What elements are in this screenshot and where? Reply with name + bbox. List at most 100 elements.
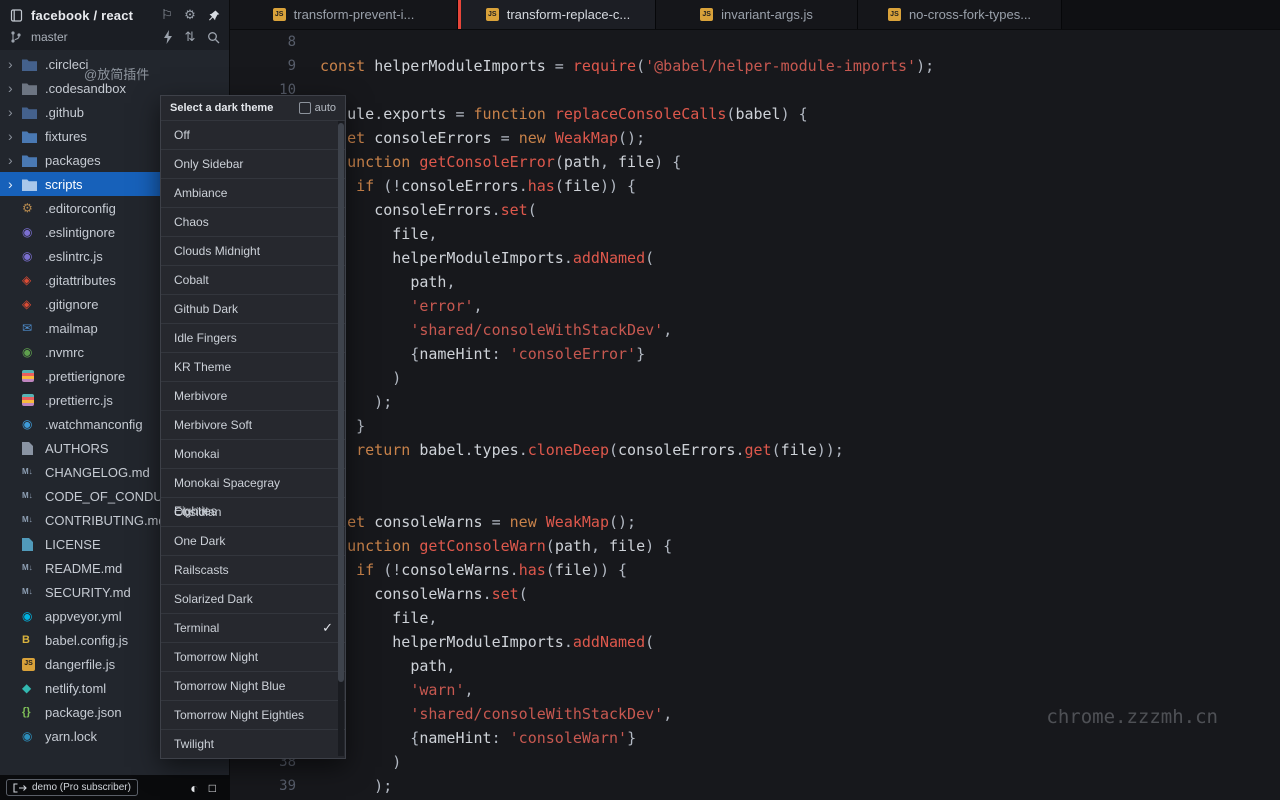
theme-menu-item[interactable]: Monokai Spacegray Eighties <box>161 468 345 497</box>
theme-menu-item[interactable]: Clouds Midnight <box>161 236 345 265</box>
fullscreen-icon[interactable]: □ <box>209 781 216 795</box>
theme-menu-item[interactable]: KR Theme <box>161 352 345 381</box>
editor-tab[interactable]: JSinvariant-args.js <box>656 0 858 29</box>
code-text: consoleErrors.set( <box>320 198 537 222</box>
code-line[interactable]: 38 ) <box>230 750 1280 774</box>
theme-menu-item-label: Off <box>174 128 190 142</box>
pin-icon[interactable] <box>205 7 221 23</box>
code-line[interactable]: 32 file, <box>230 606 1280 630</box>
theme-menu-item-label: Only Sidebar <box>174 157 243 171</box>
theme-menu-item[interactable]: Chaos <box>161 207 345 236</box>
folder-icon <box>22 58 42 71</box>
theme-menu-item[interactable]: Ambiance <box>161 178 345 207</box>
gear-icon[interactable]: ⚙ <box>182 7 198 23</box>
theme-menu-item[interactable]: Monokai <box>161 439 345 468</box>
tree-item-label: .github <box>45 105 84 120</box>
code-line[interactable]: 33 helperModuleImports.addNamed( <box>230 630 1280 654</box>
code-line[interactable]: 8 <box>230 30 1280 54</box>
tree-item-label: .watchmanconfig <box>45 417 143 432</box>
code-line[interactable]: 26 } <box>230 462 1280 486</box>
theme-menu-item[interactable]: Only Sidebar <box>161 149 345 178</box>
code-text: module.exports = function replaceConsole… <box>320 102 808 126</box>
contrast-toggle-icon[interactable]: ◐ <box>190 780 198 796</box>
code-text: if (!consoleErrors.has(file)) { <box>320 174 636 198</box>
code-line[interactable]: 25 return babel.types.cloneDeep(consoleE… <box>230 438 1280 462</box>
theme-menu-scrollbar-thumb[interactable] <box>338 123 344 682</box>
theme-menu-item-label: Merbivore <box>174 389 227 403</box>
theme-menu-item[interactable]: Railscasts <box>161 555 345 584</box>
chevron-right-icon[interactable]: › <box>8 105 22 119</box>
code-line[interactable]: 20 'shared/consoleWithStackDev', <box>230 318 1280 342</box>
tree-item-label: packages <box>45 153 101 168</box>
code-line[interactable]: 24 } <box>230 414 1280 438</box>
code-text: function getConsoleWarn(path, file) { <box>320 534 672 558</box>
theme-menu-item-label: Twilight <box>174 737 214 751</box>
code-line[interactable]: 31 consoleWarns.set( <box>230 582 1280 606</box>
theme-menu-item[interactable]: Github Dark <box>161 294 345 323</box>
code-line[interactable]: 9const helperModuleImports = require('@b… <box>230 54 1280 78</box>
code-line[interactable]: 28 let consoleWarns = new WeakMap(); <box>230 510 1280 534</box>
code-line[interactable]: 34 path, <box>230 654 1280 678</box>
code-line[interactable]: 21 {nameHint: 'consoleError'} <box>230 342 1280 366</box>
editor-tab[interactable]: JStransform-prevent-i... <box>230 0 458 29</box>
code-line[interactable]: 18 path, <box>230 270 1280 294</box>
chevron-right-icon[interactable]: › <box>8 177 22 191</box>
lightning-icon[interactable] <box>159 29 175 45</box>
chevron-right-icon[interactable]: › <box>8 57 22 71</box>
theme-menu-item[interactable]: Terminal✓ <box>161 613 345 642</box>
code-editor[interactable]: 89const helperModuleImports = require('@… <box>230 30 1280 800</box>
js-file-icon: JS <box>888 8 901 21</box>
code-line[interactable]: 22 ) <box>230 366 1280 390</box>
code-line[interactable]: 35 'warn', <box>230 678 1280 702</box>
demo-badge[interactable]: demo (Pro subscriber) <box>6 779 138 796</box>
code-line[interactable]: 15 consoleErrors.set( <box>230 198 1280 222</box>
js-file-icon: JS <box>700 8 713 21</box>
code-line[interactable]: 39 ); <box>230 774 1280 798</box>
code-line[interactable]: 27 <box>230 486 1280 510</box>
code-line[interactable]: 37 {nameHint: 'consoleWarn'} <box>230 726 1280 750</box>
branch-name[interactable]: master <box>31 30 68 44</box>
code-line[interactable]: 14 if (!consoleErrors.has(file)) { <box>230 174 1280 198</box>
code-line[interactable]: 19 'error', <box>230 294 1280 318</box>
theme-menu-item[interactable]: Merbivore Soft <box>161 410 345 439</box>
chevron-right-icon[interactable]: › <box>8 153 22 167</box>
editorconfig-icon: ⚙ <box>22 202 42 214</box>
tree-item-label: .codesandbox <box>45 81 126 96</box>
theme-menu-item[interactable]: Tomorrow Night Blue <box>161 671 345 700</box>
chevron-right-icon[interactable]: › <box>8 129 22 143</box>
editor-tab[interactable]: JSno-cross-fork-types... <box>858 0 1062 29</box>
code-line[interactable]: 17 helperModuleImports.addNamed( <box>230 246 1280 270</box>
code-text: consoleWarns.set( <box>320 582 528 606</box>
npm-icon: {} <box>22 706 42 718</box>
code-line[interactable]: 13 function getConsoleError(path, file) … <box>230 150 1280 174</box>
theme-menu-item[interactable]: Off <box>161 120 345 149</box>
code-line[interactable]: 23 ); <box>230 390 1280 414</box>
code-line[interactable]: 29 function getConsoleWarn(path, file) { <box>230 534 1280 558</box>
code-line[interactable]: 12 let consoleErrors = new WeakMap(); <box>230 126 1280 150</box>
search-icon[interactable] <box>205 29 221 45</box>
theme-menu-item[interactable]: Tomorrow Night <box>161 642 345 671</box>
code-text: {nameHint: 'consoleWarn'} <box>320 726 636 750</box>
code-line[interactable]: 16 file, <box>230 222 1280 246</box>
theme-menu-item[interactable]: Tomorrow Night Eighties <box>161 700 345 729</box>
code-line[interactable]: 30 if (!consoleWarns.has(file)) { <box>230 558 1280 582</box>
tree-item-label: .prettierignore <box>45 369 125 384</box>
code-line[interactable]: 36 'shared/consoleWithStackDev', <box>230 702 1280 726</box>
code-line[interactable]: 11module.exports = function replaceConso… <box>230 102 1280 126</box>
auto-checkbox[interactable] <box>299 102 311 114</box>
code-text: let consoleWarns = new WeakMap(); <box>320 510 636 534</box>
theme-menu-item[interactable]: One Dark <box>161 526 345 555</box>
editor-tab[interactable]: JStransform-replace-c... <box>458 0 656 29</box>
theme-menu-item[interactable]: Obsidian <box>161 497 345 526</box>
line-number: 9 <box>230 54 296 78</box>
tree-item[interactable]: ›.circleci <box>0 52 229 76</box>
theme-menu-item[interactable]: Solarized Dark <box>161 584 345 613</box>
theme-menu-item[interactable]: Merbivore <box>161 381 345 410</box>
bookmark-icon[interactable]: ⚐ <box>159 7 175 23</box>
theme-menu-item[interactable]: Twilight <box>161 729 345 758</box>
sync-arrows-icon[interactable]: ⇅ <box>182 29 198 45</box>
theme-menu-item[interactable]: Cobalt <box>161 265 345 294</box>
code-line[interactable]: 10 <box>230 78 1280 102</box>
chevron-right-icon[interactable]: › <box>8 81 22 95</box>
theme-menu-item[interactable]: Idle Fingers <box>161 323 345 352</box>
